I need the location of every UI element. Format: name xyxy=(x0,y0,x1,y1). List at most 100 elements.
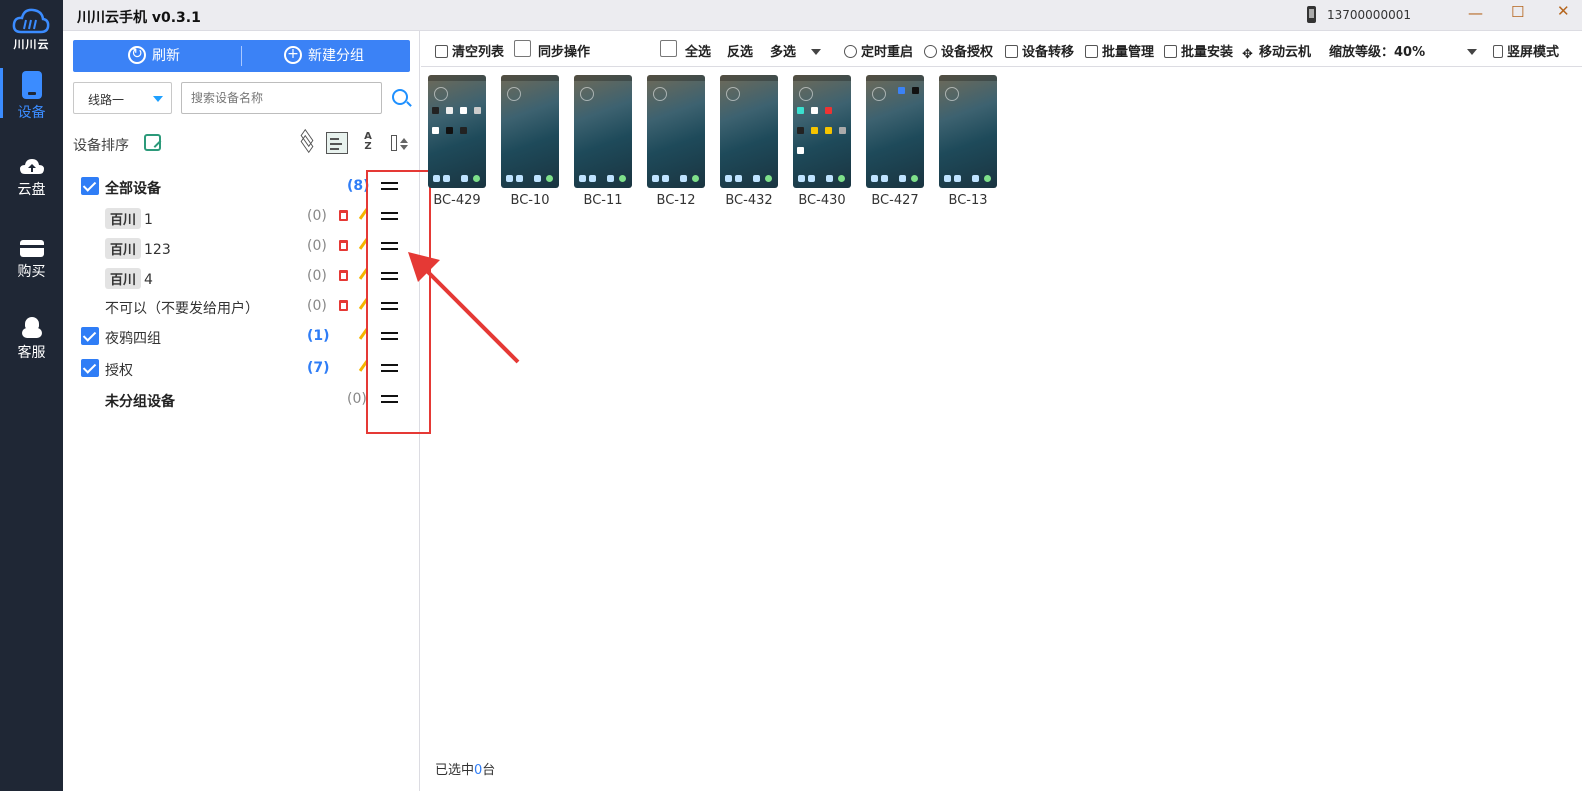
device-transfer-button[interactable]: 设备转移 xyxy=(1005,41,1074,60)
device-screen[interactable] xyxy=(428,75,486,188)
invert-select-button[interactable]: 反选 xyxy=(727,41,753,60)
nav-item-support[interactable]: 客服 xyxy=(0,315,63,377)
zoom-select[interactable]: 缩放等级：40% xyxy=(1329,41,1425,60)
batch-install-label: 批量安装 xyxy=(1181,45,1234,60)
select-all-checkbox[interactable] xyxy=(660,40,677,57)
sort-label: 设备排序 xyxy=(73,138,129,154)
device-screen[interactable] xyxy=(720,75,778,188)
new-group-button[interactable]: + 新建分组 xyxy=(284,40,364,72)
nav-item-devices[interactable]: 设备 xyxy=(0,68,63,130)
clear-list-label: 清空列表 xyxy=(452,45,505,60)
batch-manage-button[interactable]: 批量管理 xyxy=(1085,41,1154,60)
minimize-button[interactable]: — xyxy=(1468,4,1483,22)
phone-icon xyxy=(22,71,42,99)
delete-icon[interactable] xyxy=(339,270,348,281)
line-select[interactable]: 线路一 xyxy=(73,82,172,114)
group-name-text: 4 xyxy=(144,272,153,288)
multi-select-button[interactable]: 多选 xyxy=(770,41,796,60)
clear-list-button[interactable]: 清空列表 xyxy=(435,41,504,60)
sort-bar-icon[interactable] xyxy=(387,132,409,154)
nav-label: 设备 xyxy=(17,105,46,121)
portrait-mode-button[interactable]: 竖屏模式 xyxy=(1493,41,1559,60)
chevron-down-icon xyxy=(153,96,163,102)
search-input[interactable] xyxy=(181,82,382,114)
device-tile[interactable]: BC-429 xyxy=(428,75,486,211)
move-cloud-button[interactable]: ✥ 移动云机 xyxy=(1242,41,1312,62)
group-count: (0) xyxy=(307,238,327,254)
group-name: 夜鸦四组 xyxy=(105,331,161,347)
delete-icon[interactable] xyxy=(339,300,348,311)
device-screen[interactable] xyxy=(574,75,632,188)
cloud-upload-icon xyxy=(20,159,44,174)
device-label: BC-10 xyxy=(510,193,550,208)
refresh-icon: ↻ xyxy=(128,46,146,64)
cloud-logo-icon xyxy=(12,8,50,34)
device-tile[interactable]: BC-430 xyxy=(793,75,851,211)
group-name: 百川 4 xyxy=(105,268,153,289)
group-name: 授权 xyxy=(105,363,133,379)
group-tag: 百川 xyxy=(105,268,142,289)
device-tile[interactable]: BC-11 xyxy=(574,75,632,211)
search-icon[interactable] xyxy=(392,89,408,105)
device-tile[interactable]: BC-13 xyxy=(939,75,997,211)
batch-install-button[interactable]: 批量安装 xyxy=(1164,41,1233,60)
app-logo: 川川云 xyxy=(0,4,63,51)
annotation-arrow-icon xyxy=(408,252,520,364)
device-tile[interactable]: BC-12 xyxy=(647,75,705,211)
group-count: (0) xyxy=(307,268,327,284)
close-button[interactable]: ✕ xyxy=(1557,2,1570,20)
user-id: 13700000001 xyxy=(1327,8,1411,22)
device-tile[interactable]: BC-427 xyxy=(866,75,924,211)
broom-icon xyxy=(435,45,448,58)
sort-edit-icon[interactable] xyxy=(144,134,161,151)
delete-icon[interactable] xyxy=(339,240,348,251)
group-name-text: 1 xyxy=(144,212,153,228)
logo-text: 川川云 xyxy=(13,38,50,51)
nav-label: 云盘 xyxy=(17,182,46,198)
layers-icon[interactable] xyxy=(297,128,319,154)
group-name: 不可以（不要发给用户） xyxy=(105,301,259,317)
device-tile[interactable]: BC-432 xyxy=(720,75,778,211)
transfer-icon xyxy=(1005,45,1018,58)
group-name: 百川 123 xyxy=(105,238,171,259)
group-checkbox[interactable] xyxy=(81,327,99,345)
multi-select-dropdown-icon[interactable] xyxy=(811,49,821,55)
group-count: (7) xyxy=(307,360,330,376)
portrait-mode-label: 竖屏模式 xyxy=(1507,45,1560,60)
nav-item-buy[interactable]: 购买 xyxy=(0,237,63,299)
move-cloud-label: 移动云机 xyxy=(1259,45,1312,60)
device-screen[interactable] xyxy=(647,75,705,188)
device-toolbar: 清空列表 同步操作 全选 反选 多选 定时重启 设备授权 设备转移 批量管理 批… xyxy=(421,31,1582,67)
device-screen[interactable] xyxy=(866,75,924,188)
user-icon xyxy=(924,45,937,58)
group-count: (0) xyxy=(307,298,327,314)
group-checkbox[interactable] xyxy=(81,177,99,195)
device-screen[interactable] xyxy=(939,75,997,188)
device-label: BC-11 xyxy=(583,193,623,208)
selection-status: 已选中0台 xyxy=(435,759,495,778)
group-checkbox[interactable] xyxy=(81,359,99,377)
group-name: 未分组设备 xyxy=(105,394,175,410)
title-bar: 川川云手机 v0.3.1 13700000001 — ☐ ✕ xyxy=(63,0,1582,31)
clock-icon xyxy=(844,45,857,58)
device-tile[interactable]: BC-10 xyxy=(501,75,559,211)
device-screen[interactable] xyxy=(793,75,851,188)
group-name: 全部设备 xyxy=(105,181,161,197)
phone-icon xyxy=(1307,6,1316,23)
device-screen[interactable] xyxy=(501,75,559,188)
sync-op-checkbox[interactable] xyxy=(514,40,531,57)
sort-az-icon[interactable]: AZ xyxy=(357,132,379,154)
line-select-value: 线路一 xyxy=(88,93,125,107)
maximize-button[interactable]: ☐ xyxy=(1511,3,1524,21)
refresh-button[interactable]: ↻ 刷新 xyxy=(128,40,180,72)
nav-item-cloud-disk[interactable]: 云盘 xyxy=(0,155,63,217)
group-name-text: 123 xyxy=(144,242,171,258)
device-auth-button[interactable]: 设备授权 xyxy=(924,41,993,60)
zoom-dropdown-icon[interactable] xyxy=(1467,49,1477,55)
move-icon: ✥ xyxy=(1242,47,1253,62)
group-action-bar: ↻ 刷新 + 新建分组 xyxy=(73,40,410,72)
group-count: (1) xyxy=(307,328,330,344)
sort-list-icon[interactable] xyxy=(326,132,348,154)
delete-icon[interactable] xyxy=(339,210,348,221)
timed-restart-button[interactable]: 定时重启 xyxy=(844,41,913,60)
